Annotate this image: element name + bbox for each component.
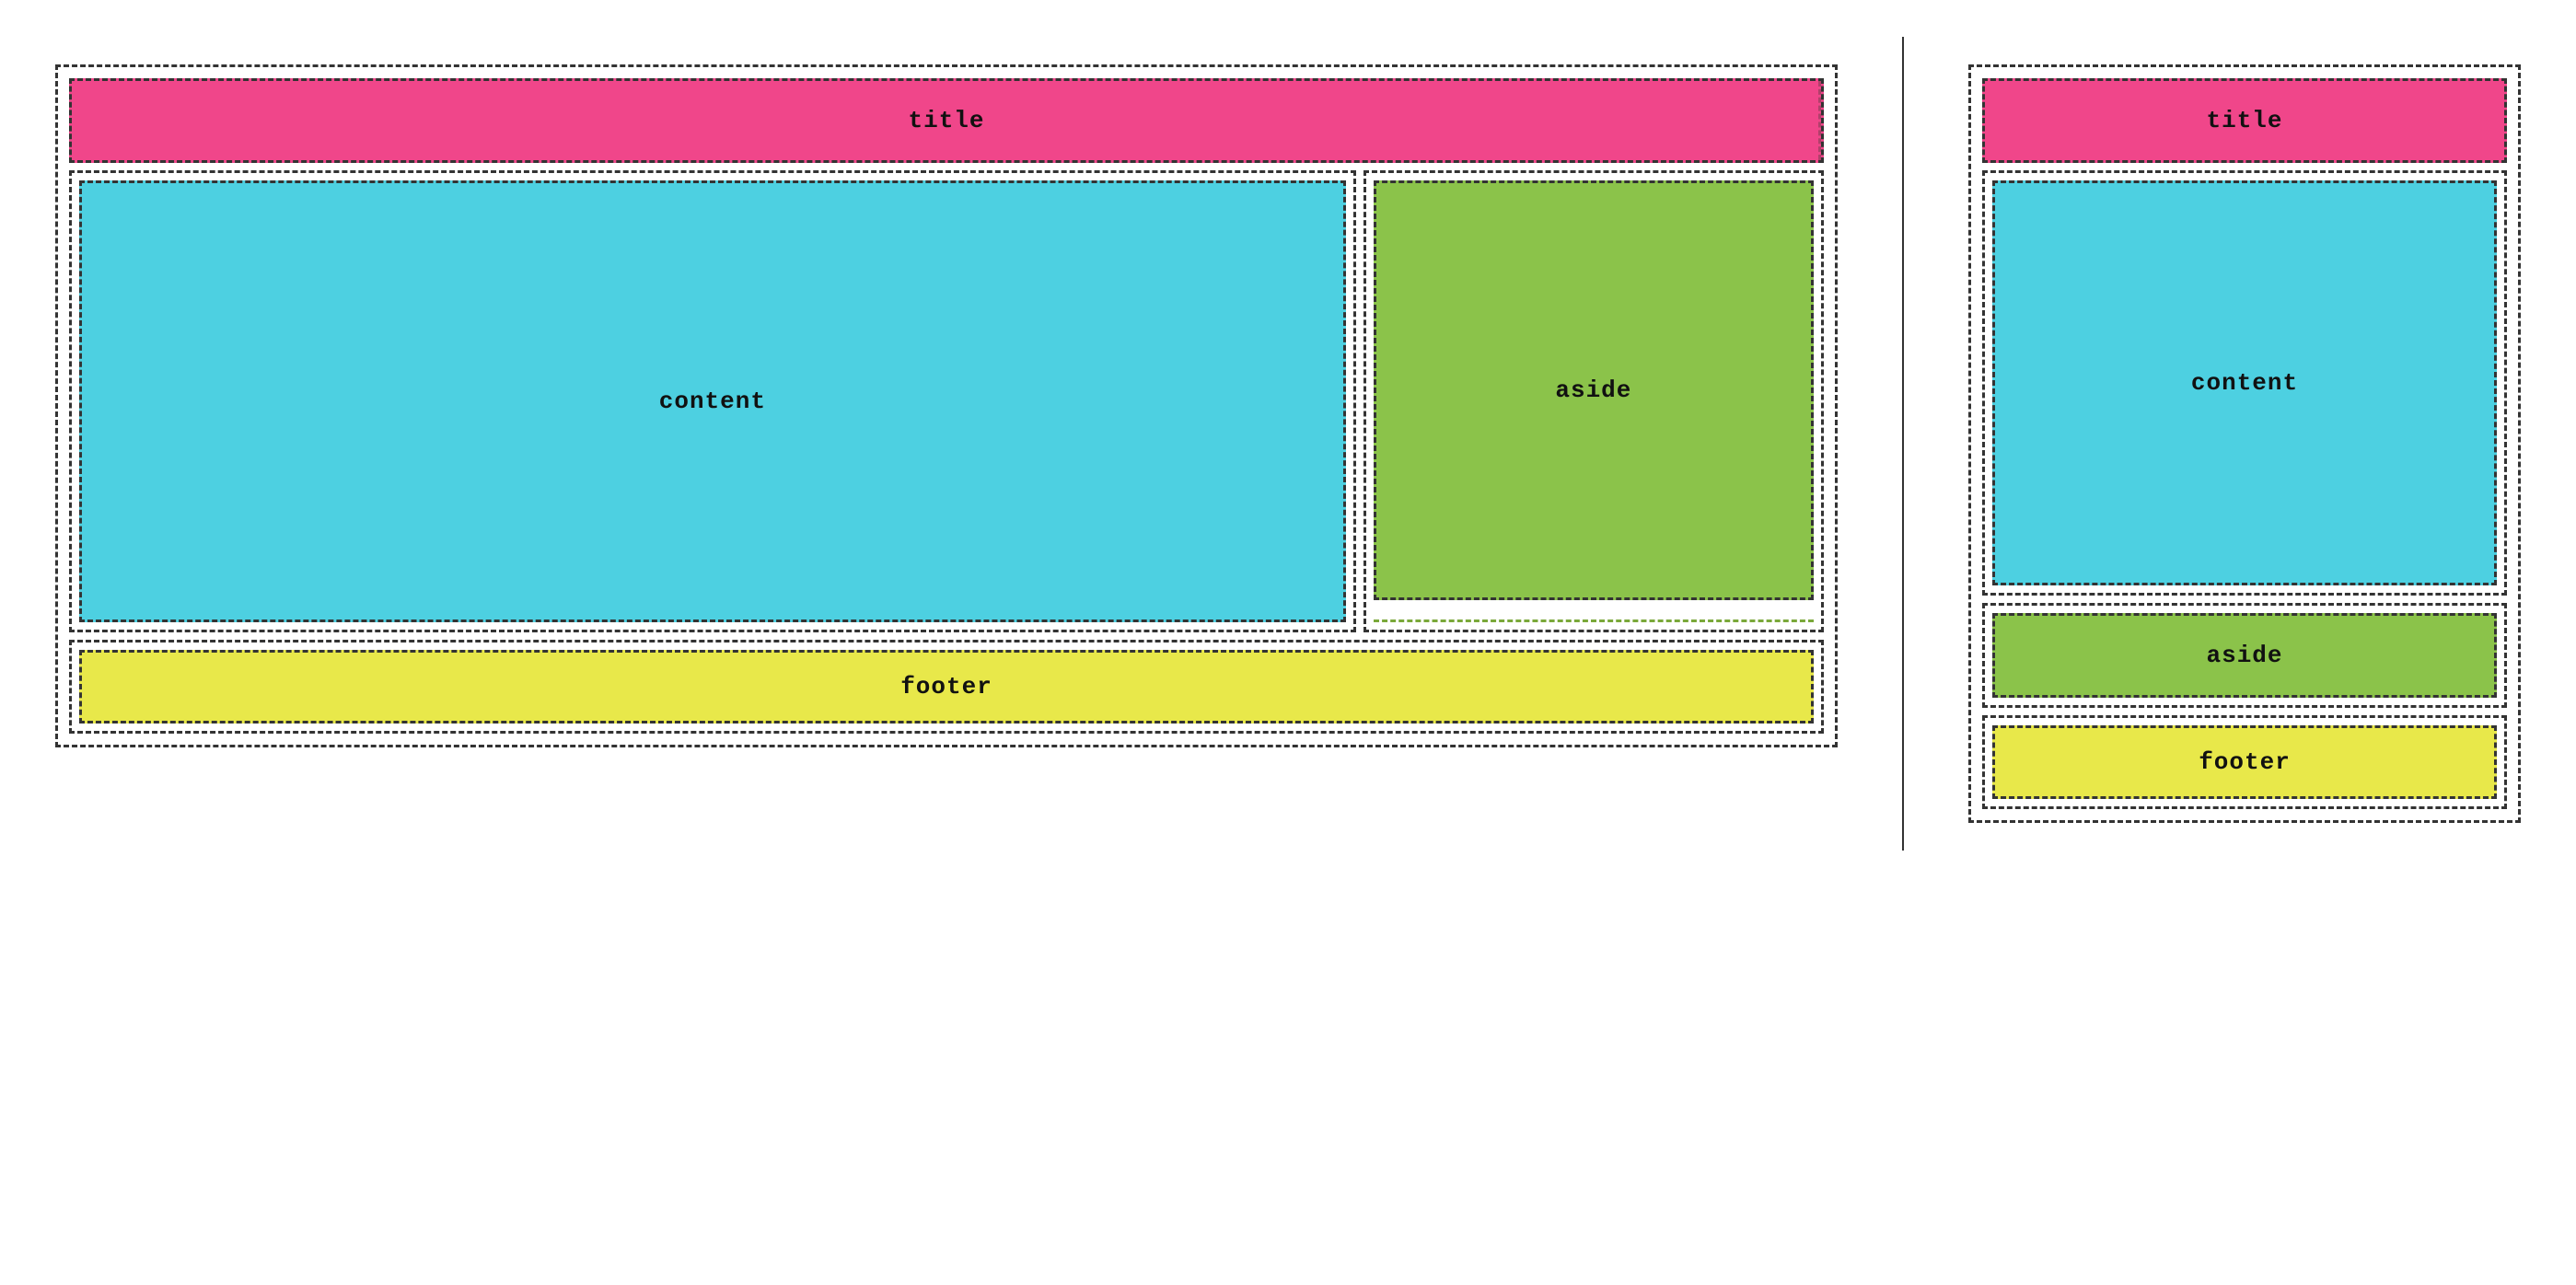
right-footer-box: footer xyxy=(1992,725,2497,799)
left-aside-wrapper: aside xyxy=(1363,170,1824,632)
vertical-divider xyxy=(1902,37,1904,851)
left-title-row: title xyxy=(69,78,1824,163)
left-outer-container: title content aside xyxy=(55,64,1838,747)
left-footer-wrapper: footer xyxy=(69,640,1824,734)
left-content-label: content xyxy=(659,388,766,415)
left-aside-box: aside xyxy=(1374,180,1814,600)
right-footer-label: footer xyxy=(2199,748,2291,776)
right-aside-label: aside xyxy=(2206,642,2282,669)
page-wrapper: title content aside xyxy=(18,37,2558,851)
right-layout: title content aside footer xyxy=(1932,37,2558,851)
left-title-label: title xyxy=(908,107,984,134)
right-aside-wrapper: aside xyxy=(1982,603,2507,708)
right-content-wrapper: content xyxy=(1982,170,2507,596)
left-middle-row: content aside xyxy=(69,170,1824,632)
left-layout: title content aside xyxy=(18,37,1874,775)
right-footer-wrapper: footer xyxy=(1982,715,2507,809)
left-content-wrapper: content xyxy=(69,170,1356,632)
right-content-label: content xyxy=(2191,369,2298,397)
left-aside-outer: aside xyxy=(1363,170,1824,632)
left-aside-label: aside xyxy=(1555,376,1631,404)
left-footer-label: footer xyxy=(900,673,992,700)
right-title-box: title xyxy=(1982,78,2507,163)
left-content-box: content xyxy=(79,180,1346,622)
right-aside-box: aside xyxy=(1992,613,2497,698)
right-content-box: content xyxy=(1992,180,2497,585)
left-title-box: title xyxy=(69,78,1824,163)
right-outer-container: title content aside footer xyxy=(1968,64,2521,823)
right-title-label: title xyxy=(2206,107,2282,134)
left-aside-dashed-bottom xyxy=(1374,604,1814,622)
left-footer-box: footer xyxy=(79,650,1814,724)
